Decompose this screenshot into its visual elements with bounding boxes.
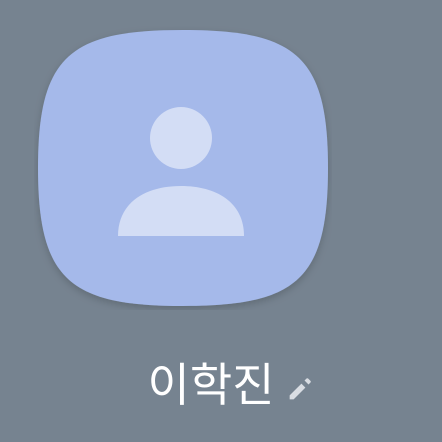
contact-header: 이학진 <box>0 0 442 442</box>
contact-name-row[interactable]: 이학진 <box>24 350 442 420</box>
pencil-icon[interactable] <box>284 371 318 405</box>
avatar-squircle <box>38 30 328 306</box>
contact-avatar[interactable] <box>34 26 332 310</box>
contact-name[interactable]: 이학진 <box>148 362 275 408</box>
